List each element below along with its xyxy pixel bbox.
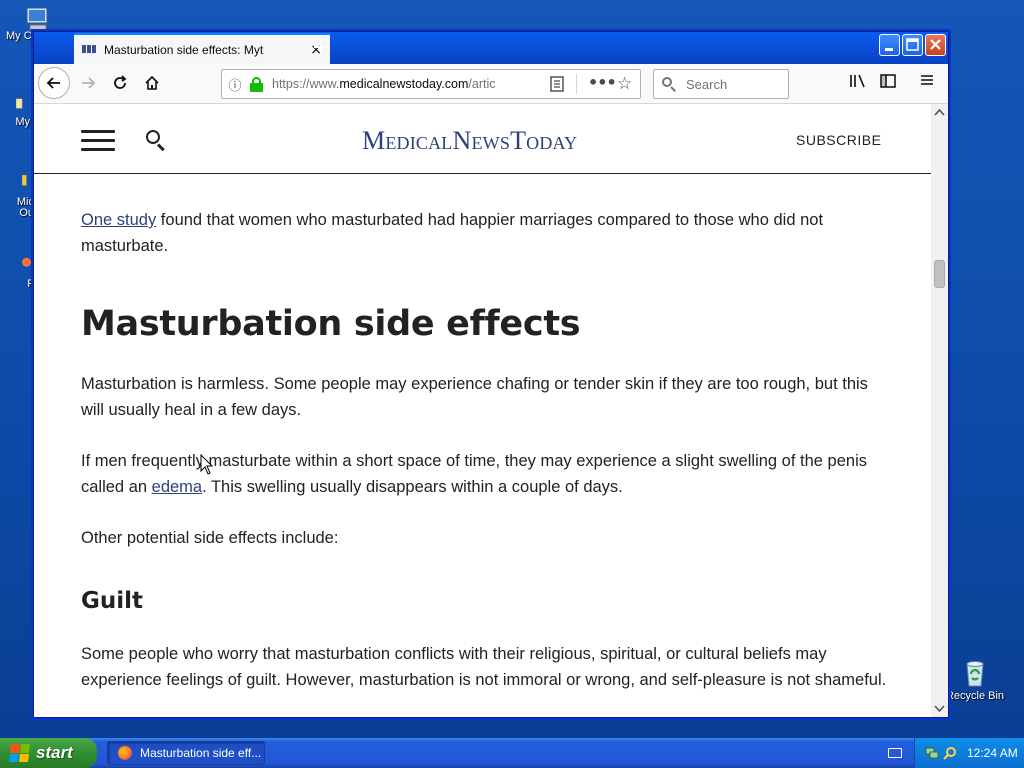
forward-arrow-icon [82, 77, 96, 89]
reload-button[interactable] [105, 68, 135, 98]
paragraph-text: found that women who masturbated had hap… [81, 211, 824, 255]
windows-logo-icon [9, 744, 31, 762]
clock[interactable]: 12:24 AM [967, 746, 1018, 760]
article-paragraph: Other potential side effects include: [81, 529, 339, 547]
hamburger-menu-icon[interactable] [920, 73, 934, 91]
taskbar: start Masturbation side eff... 12:24 AM [0, 738, 1024, 768]
minimize-button[interactable] [879, 34, 900, 56]
title-bar[interactable]: Masturbation side effects: Myths a × + [34, 32, 948, 64]
reader-view-icon[interactable] [550, 76, 564, 96]
taskbar-item-firefox[interactable]: Masturbation side eff... [107, 741, 265, 765]
search-tray-icon[interactable] [943, 746, 957, 760]
vertical-scrollbar[interactable] [931, 104, 948, 717]
desktop-icon-label: F [27, 278, 34, 290]
firefox-icon [118, 746, 132, 760]
section-heading: Masturbation side effects [81, 304, 581, 344]
start-button[interactable]: start [0, 738, 97, 768]
recycle-bin-icon [966, 661, 984, 687]
site-header: MedicalNewsToday SUBSCRIBE [34, 104, 931, 174]
start-label: start [36, 743, 73, 762]
home-icon [145, 75, 159, 90]
navigation-toolbar: ⓘ https://www.medicalnewstoday.com/artic… [34, 64, 948, 104]
maximize-button[interactable] [902, 34, 923, 56]
one-study-link[interactable]: One study [81, 211, 156, 229]
desktop-icon-my-documents[interactable]: My [0, 94, 30, 128]
scroll-down-icon[interactable] [931, 700, 948, 717]
search-placeholder: Search [686, 76, 728, 92]
article-paragraph: Some people who worry that masturbation … [81, 645, 887, 689]
desktop-icon-firefox[interactable]: F [0, 250, 34, 290]
minimize-icon [885, 48, 893, 51]
desktop-icon-label: My [15, 116, 30, 128]
home-button[interactable] [137, 68, 167, 98]
desktop-icon-label-line2: Ou [19, 207, 34, 219]
bookmark-star-icon[interactable]: ☆ [617, 74, 632, 94]
forward-button[interactable] [73, 68, 103, 98]
article-paragraph: One study found that women who masturbat… [81, 207, 891, 259]
back-arrow-icon [46, 77, 60, 89]
network-icon[interactable] [925, 746, 939, 760]
site-logo[interactable]: MedicalNewsToday [362, 126, 577, 156]
search-icon [662, 77, 676, 92]
site-info-icon[interactable]: ⓘ [222, 75, 248, 94]
maximize-icon [906, 38, 919, 51]
desktop-icon-outlook[interactable]: Mic Ou [0, 168, 34, 219]
new-tab-button[interactable]: + [306, 35, 336, 61]
subscribe-link[interactable]: SUBSCRIBE [796, 132, 881, 148]
edema-link[interactable]: edema [152, 478, 202, 496]
reload-icon [114, 75, 127, 89]
site-menu-icon[interactable] [81, 130, 115, 152]
scroll-up-icon[interactable] [931, 104, 948, 121]
url-text[interactable]: https://www.medicalnewstoday.com/artic [272, 77, 512, 91]
desktop-icon-recycle-bin[interactable]: Recycle Bin [944, 656, 1006, 702]
desktop-icon-label: Recycle Bin [945, 690, 1005, 702]
keyboard-icon[interactable] [888, 748, 902, 758]
url-domain: medicalnewstoday.com [339, 77, 469, 91]
article-paragraph: Masturbation is harmless. Some people ma… [81, 375, 868, 419]
folder-icon [16, 98, 23, 109]
tab-title: Masturbation side effects: Myths a [104, 42, 264, 57]
taskbar-item-label: Masturbation side eff... [140, 746, 262, 760]
site-search-icon[interactable] [146, 130, 166, 152]
page-actions-more-icon[interactable]: ••• [588, 73, 617, 92]
search-input[interactable]: Search [653, 69, 789, 99]
close-button[interactable] [925, 34, 946, 56]
subsection-heading: Guilt [81, 588, 144, 614]
url-divider [576, 74, 577, 94]
url-prefix: https://www. [272, 77, 340, 91]
browser-window: Masturbation side effects: Myths a × + ⓘ [33, 31, 949, 718]
lock-icon[interactable] [248, 76, 266, 92]
mnt-favicon-icon [82, 44, 98, 55]
tab-active[interactable]: Masturbation side effects: Myths a × [74, 33, 330, 64]
page-viewport[interactable]: MedicalNewsToday SUBSCRIBE One study fou… [34, 104, 931, 717]
scroll-thumb[interactable] [934, 260, 945, 288]
url-bar[interactable]: ⓘ https://www.medicalnewstoday.com/artic… [221, 69, 641, 99]
library-icon[interactable] [849, 73, 867, 93]
sidebar-icon[interactable] [880, 73, 896, 93]
back-button[interactable] [38, 67, 70, 99]
mouse-cursor-icon [200, 454, 214, 475]
close-icon [930, 39, 941, 50]
url-path: /artic [468, 77, 496, 91]
paragraph-text: . This swelling usually disappears withi… [202, 478, 623, 496]
system-tray: 12:24 AM [914, 738, 1024, 768]
